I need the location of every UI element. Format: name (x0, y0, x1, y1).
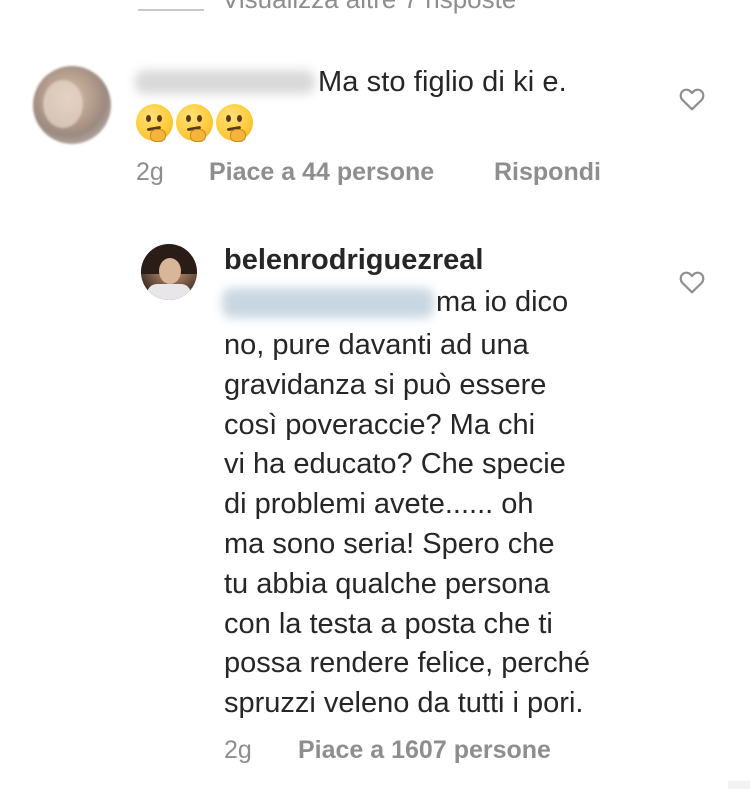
comment-username[interactable]: belenrodriguezreal (224, 244, 483, 277)
comment-text: Ma sto figlio di ki e. (318, 66, 567, 98)
comment-line: no, pure davanti ad una (224, 329, 529, 361)
avatar-shirt (147, 284, 191, 300)
comment-line: di problemi avete...... oh (224, 488, 534, 521)
top-strip: Visualizza altre 7 risposte (0, 0, 750, 22)
avatar-face (159, 258, 181, 284)
emoji-row (136, 104, 253, 142)
comment-text-first-line: ma io dico (436, 286, 569, 318)
comment-time: 2g (224, 736, 252, 764)
like-heart-icon[interactable] (679, 270, 705, 294)
comment-line: ma sono seria! Spero che (224, 527, 555, 560)
reply-button[interactable]: Rispondi (494, 158, 601, 187)
thinking-face-icon (216, 104, 253, 142)
bottom-divider (728, 781, 750, 789)
view-more-replies-link[interactable]: Visualizza altre 7 risposte (222, 0, 516, 15)
thinking-face-icon (136, 104, 173, 142)
comment-text: no, pure davanti ad una gravidanza si pu… (224, 326, 590, 724)
replies-divider-line (138, 9, 204, 11)
comment-line: vi ha educato? Che specie (224, 448, 566, 481)
comment-line: così poveraccie? Ma chi (224, 408, 536, 441)
comment-line: spruzzi veleno da tutti i pori. (224, 687, 584, 720)
avatar[interactable] (141, 244, 197, 300)
like-heart-icon[interactable] (679, 87, 705, 111)
comment-line: possa rendere felice, perché (224, 647, 590, 680)
likes-count-link[interactable]: Piace a 44 persone (209, 158, 434, 187)
avatar[interactable] (33, 66, 111, 144)
comment-line: tu abbia qualche persona (224, 567, 550, 600)
comment-time: 2g (136, 158, 164, 186)
thinking-face-icon (176, 104, 213, 142)
likes-count-link[interactable]: Piace a 1607 persone (298, 736, 551, 765)
blurred-username (135, 70, 315, 94)
avatar-face (43, 80, 83, 128)
comment-line: gravidanza si può essere (224, 368, 547, 401)
comment-line: con la testa a posta che ti (224, 607, 553, 640)
blurred-mention (222, 288, 434, 318)
